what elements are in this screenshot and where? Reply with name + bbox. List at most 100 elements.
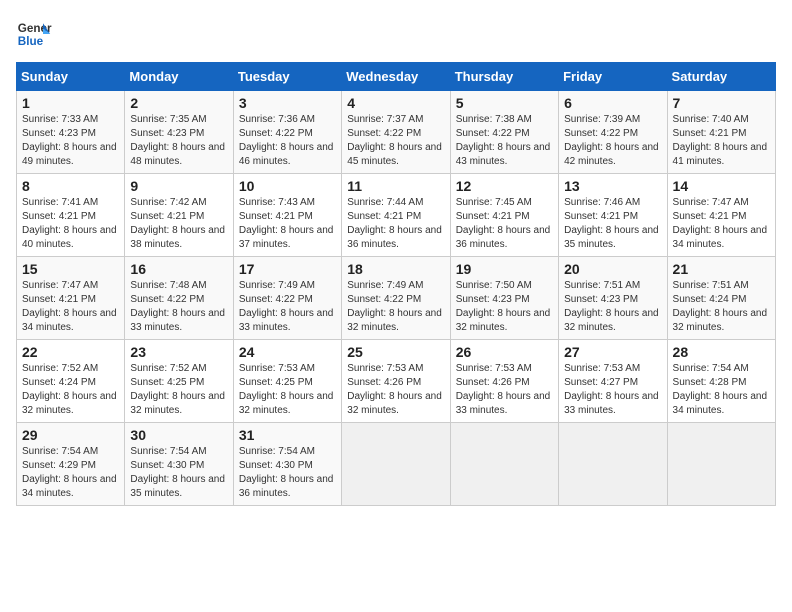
calendar-cell: 9 Sunrise: 7:42 AMSunset: 4:21 PMDayligh…: [125, 174, 233, 257]
day-number: 5: [456, 95, 553, 111]
weekday-header-friday: Friday: [559, 63, 667, 91]
calendar-cell: 11 Sunrise: 7:44 AMSunset: 4:21 PMDaylig…: [342, 174, 450, 257]
calendar-cell: 5 Sunrise: 7:38 AMSunset: 4:22 PMDayligh…: [450, 91, 558, 174]
calendar-cell: 20 Sunrise: 7:51 AMSunset: 4:23 PMDaylig…: [559, 257, 667, 340]
calendar-body: 1 Sunrise: 7:33 AMSunset: 4:23 PMDayligh…: [17, 91, 776, 506]
calendar-cell: [667, 423, 775, 506]
calendar-cell: 23 Sunrise: 7:52 AMSunset: 4:25 PMDaylig…: [125, 340, 233, 423]
day-number: 20: [564, 261, 661, 277]
logo-icon: General Blue: [16, 16, 52, 52]
calendar-cell: 28 Sunrise: 7:54 AMSunset: 4:28 PMDaylig…: [667, 340, 775, 423]
svg-text:Blue: Blue: [18, 35, 44, 48]
day-detail: Sunrise: 7:43 AMSunset: 4:21 PMDaylight:…: [239, 197, 334, 250]
day-detail: Sunrise: 7:53 AMSunset: 4:25 PMDaylight:…: [239, 363, 334, 416]
calendar-week-row: 15 Sunrise: 7:47 AMSunset: 4:21 PMDaylig…: [17, 257, 776, 340]
calendar-week-row: 8 Sunrise: 7:41 AMSunset: 4:21 PMDayligh…: [17, 174, 776, 257]
day-detail: Sunrise: 7:52 AMSunset: 4:24 PMDaylight:…: [22, 363, 117, 416]
day-detail: Sunrise: 7:35 AMSunset: 4:23 PMDaylight:…: [130, 114, 225, 167]
day-number: 8: [22, 178, 119, 194]
day-number: 14: [673, 178, 770, 194]
day-detail: Sunrise: 7:47 AMSunset: 4:21 PMDaylight:…: [22, 280, 117, 333]
calendar-week-row: 22 Sunrise: 7:52 AMSunset: 4:24 PMDaylig…: [17, 340, 776, 423]
day-number: 30: [130, 427, 227, 443]
day-detail: Sunrise: 7:54 AMSunset: 4:29 PMDaylight:…: [22, 446, 117, 499]
day-number: 2: [130, 95, 227, 111]
day-number: 1: [22, 95, 119, 111]
day-detail: Sunrise: 7:36 AMSunset: 4:22 PMDaylight:…: [239, 114, 334, 167]
day-detail: Sunrise: 7:53 AMSunset: 4:26 PMDaylight:…: [347, 363, 442, 416]
day-detail: Sunrise: 7:39 AMSunset: 4:22 PMDaylight:…: [564, 114, 659, 167]
day-detail: Sunrise: 7:51 AMSunset: 4:24 PMDaylight:…: [673, 280, 768, 333]
day-number: 9: [130, 178, 227, 194]
day-number: 31: [239, 427, 336, 443]
weekday-header-sunday: Sunday: [17, 63, 125, 91]
day-detail: Sunrise: 7:38 AMSunset: 4:22 PMDaylight:…: [456, 114, 551, 167]
day-detail: Sunrise: 7:54 AMSunset: 4:30 PMDaylight:…: [239, 446, 334, 499]
day-detail: Sunrise: 7:41 AMSunset: 4:21 PMDaylight:…: [22, 197, 117, 250]
calendar-cell: 22 Sunrise: 7:52 AMSunset: 4:24 PMDaylig…: [17, 340, 125, 423]
calendar-cell: 10 Sunrise: 7:43 AMSunset: 4:21 PMDaylig…: [233, 174, 341, 257]
day-detail: Sunrise: 7:54 AMSunset: 4:28 PMDaylight:…: [673, 363, 768, 416]
day-detail: Sunrise: 7:42 AMSunset: 4:21 PMDaylight:…: [130, 197, 225, 250]
day-number: 13: [564, 178, 661, 194]
calendar-cell: 25 Sunrise: 7:53 AMSunset: 4:26 PMDaylig…: [342, 340, 450, 423]
day-number: 19: [456, 261, 553, 277]
calendar-cell: 31 Sunrise: 7:54 AMSunset: 4:30 PMDaylig…: [233, 423, 341, 506]
calendar-cell: 4 Sunrise: 7:37 AMSunset: 4:22 PMDayligh…: [342, 91, 450, 174]
day-detail: Sunrise: 7:52 AMSunset: 4:25 PMDaylight:…: [130, 363, 225, 416]
calendar-cell: 27 Sunrise: 7:53 AMSunset: 4:27 PMDaylig…: [559, 340, 667, 423]
day-number: 29: [22, 427, 119, 443]
day-number: 3: [239, 95, 336, 111]
calendar-cell: 14 Sunrise: 7:47 AMSunset: 4:21 PMDaylig…: [667, 174, 775, 257]
calendar-cell: [559, 423, 667, 506]
day-number: 21: [673, 261, 770, 277]
calendar-cell: 26 Sunrise: 7:53 AMSunset: 4:26 PMDaylig…: [450, 340, 558, 423]
weekday-header-monday: Monday: [125, 63, 233, 91]
day-detail: Sunrise: 7:54 AMSunset: 4:30 PMDaylight:…: [130, 446, 225, 499]
day-number: 26: [456, 344, 553, 360]
weekday-header-thursday: Thursday: [450, 63, 558, 91]
day-detail: Sunrise: 7:50 AMSunset: 4:23 PMDaylight:…: [456, 280, 551, 333]
day-detail: Sunrise: 7:46 AMSunset: 4:21 PMDaylight:…: [564, 197, 659, 250]
day-number: 18: [347, 261, 444, 277]
weekday-header-wednesday: Wednesday: [342, 63, 450, 91]
day-number: 4: [347, 95, 444, 111]
calendar-cell: 6 Sunrise: 7:39 AMSunset: 4:22 PMDayligh…: [559, 91, 667, 174]
day-number: 16: [130, 261, 227, 277]
calendar-header-row: SundayMondayTuesdayWednesdayThursdayFrid…: [17, 63, 776, 91]
weekday-header-tuesday: Tuesday: [233, 63, 341, 91]
day-detail: Sunrise: 7:49 AMSunset: 4:22 PMDaylight:…: [347, 280, 442, 333]
day-detail: Sunrise: 7:45 AMSunset: 4:21 PMDaylight:…: [456, 197, 551, 250]
calendar-cell: 12 Sunrise: 7:45 AMSunset: 4:21 PMDaylig…: [450, 174, 558, 257]
calendar-cell: 24 Sunrise: 7:53 AMSunset: 4:25 PMDaylig…: [233, 340, 341, 423]
day-number: 23: [130, 344, 227, 360]
calendar-week-row: 29 Sunrise: 7:54 AMSunset: 4:29 PMDaylig…: [17, 423, 776, 506]
calendar-cell: [450, 423, 558, 506]
calendar-cell: 19 Sunrise: 7:50 AMSunset: 4:23 PMDaylig…: [450, 257, 558, 340]
weekday-header-saturday: Saturday: [667, 63, 775, 91]
day-number: 28: [673, 344, 770, 360]
calendar-cell: 17 Sunrise: 7:49 AMSunset: 4:22 PMDaylig…: [233, 257, 341, 340]
day-number: 6: [564, 95, 661, 111]
day-detail: Sunrise: 7:53 AMSunset: 4:27 PMDaylight:…: [564, 363, 659, 416]
day-number: 12: [456, 178, 553, 194]
day-number: 22: [22, 344, 119, 360]
calendar-cell: [342, 423, 450, 506]
calendar-cell: 13 Sunrise: 7:46 AMSunset: 4:21 PMDaylig…: [559, 174, 667, 257]
day-number: 25: [347, 344, 444, 360]
logo: General Blue: [16, 16, 56, 52]
page-header: General Blue: [16, 16, 776, 52]
day-detail: Sunrise: 7:44 AMSunset: 4:21 PMDaylight:…: [347, 197, 442, 250]
day-detail: Sunrise: 7:33 AMSunset: 4:23 PMDaylight:…: [22, 114, 117, 167]
calendar-cell: 3 Sunrise: 7:36 AMSunset: 4:22 PMDayligh…: [233, 91, 341, 174]
calendar-cell: 16 Sunrise: 7:48 AMSunset: 4:22 PMDaylig…: [125, 257, 233, 340]
day-detail: Sunrise: 7:37 AMSunset: 4:22 PMDaylight:…: [347, 114, 442, 167]
day-detail: Sunrise: 7:53 AMSunset: 4:26 PMDaylight:…: [456, 363, 551, 416]
day-number: 24: [239, 344, 336, 360]
day-detail: Sunrise: 7:51 AMSunset: 4:23 PMDaylight:…: [564, 280, 659, 333]
day-number: 27: [564, 344, 661, 360]
calendar-cell: 29 Sunrise: 7:54 AMSunset: 4:29 PMDaylig…: [17, 423, 125, 506]
calendar-cell: 30 Sunrise: 7:54 AMSunset: 4:30 PMDaylig…: [125, 423, 233, 506]
day-detail: Sunrise: 7:47 AMSunset: 4:21 PMDaylight:…: [673, 197, 768, 250]
day-detail: Sunrise: 7:49 AMSunset: 4:22 PMDaylight:…: [239, 280, 334, 333]
